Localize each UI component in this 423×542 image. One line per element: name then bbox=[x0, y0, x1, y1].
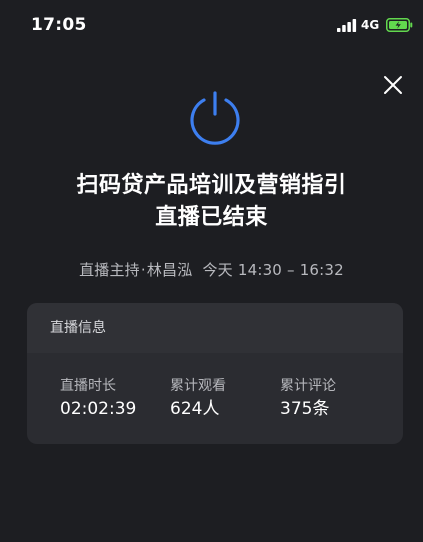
card-header: 直播信息 bbox=[27, 303, 403, 353]
power-icon bbox=[190, 91, 240, 145]
live-ended-screen: 17:05 4G 扫码贷产品培训及营销指引 直播已结束 直播主持·林昌泓 今天 1… bbox=[0, 0, 423, 542]
stat-value: 375条 bbox=[280, 399, 330, 419]
stat-value: 02:02:39 bbox=[60, 399, 137, 419]
live-meta: 直播主持·林昌泓 今天 14:30 – 16:32 bbox=[0, 259, 423, 280]
close-icon bbox=[384, 76, 402, 94]
stat-comments: 累计评论 375条 bbox=[280, 377, 336, 422]
status-time: 17:05 bbox=[31, 15, 87, 35]
time-range: 14:30 – 16:32 bbox=[237, 261, 344, 279]
stat-label: 直播时长 bbox=[60, 378, 116, 394]
host-separator: · bbox=[140, 261, 146, 279]
close-button[interactable] bbox=[380, 72, 406, 98]
battery-icon bbox=[386, 18, 413, 32]
stat-duration: 直播时长 02:02:39 bbox=[60, 377, 136, 422]
stat-label: 累计观看 bbox=[170, 378, 226, 394]
stats-row: 直播时长 02:02:39 累计观看 624人 累计评论 375条 bbox=[27, 353, 403, 444]
stat-value: 624人 bbox=[170, 399, 220, 419]
live-title: 扫码贷产品培训及营销指引 bbox=[76, 173, 347, 198]
live-title-block: 扫码贷产品培训及营销指引 直播已结束 bbox=[0, 170, 423, 234]
live-info-card: 直播信息 直播时长 02:02:39 累计观看 624人 累计评论 375条 bbox=[27, 303, 403, 444]
live-ended-label: 直播已结束 bbox=[155, 205, 268, 230]
host-name: 林昌泓 bbox=[146, 261, 193, 279]
date-label: 今天 bbox=[202, 261, 233, 279]
stat-label: 累计评论 bbox=[280, 378, 336, 394]
signal-icon bbox=[337, 19, 357, 32]
network-type: 4G bbox=[361, 18, 380, 32]
host-label: 直播主持 bbox=[79, 261, 140, 279]
status-bar: 17:05 4G bbox=[0, 0, 423, 52]
stat-views: 累计观看 624人 bbox=[170, 377, 226, 422]
